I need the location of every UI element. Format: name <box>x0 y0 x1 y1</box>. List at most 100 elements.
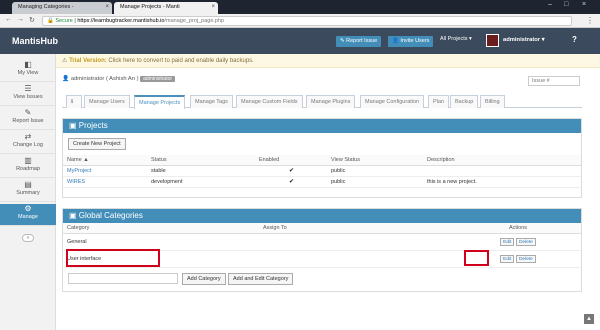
user-icon: 👤 <box>62 76 70 82</box>
trial-banner[interactable]: ⚠ Trial Version: Click here to convert t… <box>56 54 600 68</box>
url-input[interactable]: 🔒 Secure | https://learnbugtracker.manti… <box>42 16 572 26</box>
category-name: General <box>63 233 259 251</box>
delete-button[interactable]: Delete <box>515 254 536 263</box>
secure-label: Secure <box>55 18 73 24</box>
new-category-input[interactable] <box>68 273 178 284</box>
tab-manage-tags[interactable]: Manage Tags <box>190 95 233 108</box>
add-category-button[interactable]: Add Category <box>182 273 226 285</box>
column-header-status[interactable]: Status <box>147 155 255 166</box>
browser-menu-icon[interactable]: ⋮ <box>586 16 594 25</box>
sidebar-item-report-issue[interactable]: ✎ Report Issue <box>0 108 56 130</box>
projects-panel: ▣ Projects Create New Project Name ▲ Sta… <box>62 118 582 198</box>
help-icon[interactable]: ? <box>572 35 577 44</box>
sidebar: ◧ My View ☰ View Issues ✎ Report Issue ⇄… <box>0 54 56 330</box>
create-new-project-button[interactable]: Create New Project <box>68 138 126 150</box>
column-header-category: Category <box>63 223 259 234</box>
invite-users-button[interactable]: 👤 Invite Users <box>388 36 434 47</box>
add-and-edit-category-button[interactable]: Add and Edit Category <box>228 273 294 285</box>
tab-manage-projects[interactable]: Manage Projects <box>134 95 186 109</box>
description-cell <box>423 165 581 177</box>
projects-table: Name ▲ Status Enabled View Status Descri… <box>63 155 581 188</box>
address-bar-row: ← → ↻ 🔒 Secure | https://learnbugtracker… <box>0 14 600 28</box>
table-row: WIRES development ✔ public this is a new… <box>63 176 581 188</box>
view-status-cell: public <box>327 176 423 188</box>
forward-icon[interactable]: → <box>17 16 24 23</box>
categories-header: ▣ Global Categories <box>63 209 581 223</box>
browser-tab-projects[interactable]: Manage Projects - Manti × <box>114 2 218 14</box>
sidebar-item-my-view[interactable]: ◧ My View <box>0 60 56 82</box>
user-name: administrator ( Ashish An ) <box>70 76 139 82</box>
close-icon[interactable]: × <box>105 4 109 10</box>
sidebar-item-roadmap[interactable]: ▥ Roadmap <box>0 156 56 178</box>
highlight-edit-button <box>464 250 489 266</box>
sidebar-item-change-log[interactable]: ⇄ Change Log <box>0 132 56 154</box>
lock-icon: 🔒 <box>47 18 54 24</box>
bar-chart-icon: ▤ <box>24 180 32 189</box>
tab-manage-configuration[interactable]: Manage Configuration <box>360 95 425 108</box>
tab-plan[interactable]: Plan <box>428 95 450 108</box>
dashboard-icon: ◧ <box>24 60 32 69</box>
puzzle-icon: ▣ <box>69 211 77 220</box>
projects-title: Projects <box>78 121 108 130</box>
status-cell: development <box>147 176 255 188</box>
enabled-check-icon: ✔ <box>255 165 327 177</box>
column-header-description[interactable]: Description <box>423 155 581 166</box>
minimize-icon[interactable]: – <box>548 1 552 8</box>
edit-button[interactable]: Edit <box>500 237 515 246</box>
close-icon[interactable]: × <box>211 4 215 10</box>
table-row: General Edit Delete <box>63 233 581 251</box>
url-path: /manage_proj_page.php <box>164 18 225 24</box>
column-header-assign-to: Assign To <box>259 223 455 234</box>
assign-to-cell <box>259 250 455 268</box>
enabled-check-icon: ✔ <box>255 176 327 188</box>
tab-title: Managing Categories - <box>18 4 74 10</box>
column-header-actions: Actions <box>455 223 581 234</box>
view-status-cell: public <box>327 165 423 177</box>
road-icon: ▥ <box>24 156 32 165</box>
brand-logo[interactable]: MantisHub <box>12 36 58 46</box>
trial-label: Trial Version: <box>69 58 107 64</box>
sidebar-item-view-issues[interactable]: ☰ View Issues <box>0 84 56 106</box>
user-info: 👤 administrator ( Ashish An ) administra… <box>62 76 176 82</box>
tab-manage-custom-fields[interactable]: Manage Custom Fields <box>236 95 303 108</box>
sidebar-item-manage[interactable]: ⚙ Manage <box>0 204 56 226</box>
browser-tab-categories[interactable]: Managing Categories - × <box>12 2 112 14</box>
user-menu[interactable]: administrator ▾ <box>503 37 545 43</box>
tab-billing[interactable]: Billing <box>480 95 505 108</box>
reload-icon[interactable]: ↻ <box>29 16 35 24</box>
trial-text: Click here to convert to paid and enable… <box>106 58 254 64</box>
delete-button[interactable]: Delete <box>515 237 536 246</box>
column-header-enabled[interactable]: Enabled <box>255 155 327 166</box>
sidebar-item-summary[interactable]: ▤ Summary <box>0 180 56 202</box>
projects-header: ▣ Projects <box>63 119 581 133</box>
issue-search-input[interactable] <box>528 76 580 86</box>
project-link[interactable]: WIRES <box>67 179 85 185</box>
back-icon[interactable]: ← <box>5 16 12 23</box>
scroll-up-button[interactable]: ▲ <box>584 314 594 324</box>
report-issue-button[interactable]: ✎ Report Issue <box>336 36 382 47</box>
project-select[interactable]: All Projects ▾ <box>440 36 472 42</box>
tab-manage-users[interactable]: Manage Users <box>84 95 130 108</box>
edit-button[interactable]: Edit <box>500 254 515 263</box>
column-header-view-status[interactable]: View Status <box>327 155 423 166</box>
tab-title: Manage Projects - Manti <box>120 4 180 10</box>
app-navbar: MantisHub ✎ Report Issue 👤 Invite Users … <box>0 28 600 54</box>
retweet-icon: ⇄ <box>24 132 32 141</box>
puzzle-icon: ▣ <box>69 121 77 130</box>
assign-to-cell <box>259 233 455 251</box>
tab-backup[interactable]: Backup <box>450 95 479 108</box>
list-icon: ☰ <box>24 84 32 93</box>
categories-title: Global Categories <box>78 211 143 220</box>
gears-icon: ⚙ <box>24 204 32 213</box>
highlight-user-interface <box>66 249 160 267</box>
column-header-name[interactable]: Name ▲ <box>63 155 147 166</box>
sidebar-collapse-button[interactable]: « <box>22 234 34 242</box>
tab-manage-plugins[interactable]: Manage Plugins <box>306 95 356 108</box>
tab-info[interactable]: ℹ <box>66 95 82 108</box>
maximize-icon[interactable]: □ <box>564 1 568 8</box>
window-close-icon[interactable]: × <box>582 1 586 8</box>
info-icon: ℹ <box>71 99 74 105</box>
status-cell: stable <box>147 165 255 177</box>
avatar[interactable] <box>486 34 499 47</box>
project-link[interactable]: MyProject <box>67 168 91 174</box>
